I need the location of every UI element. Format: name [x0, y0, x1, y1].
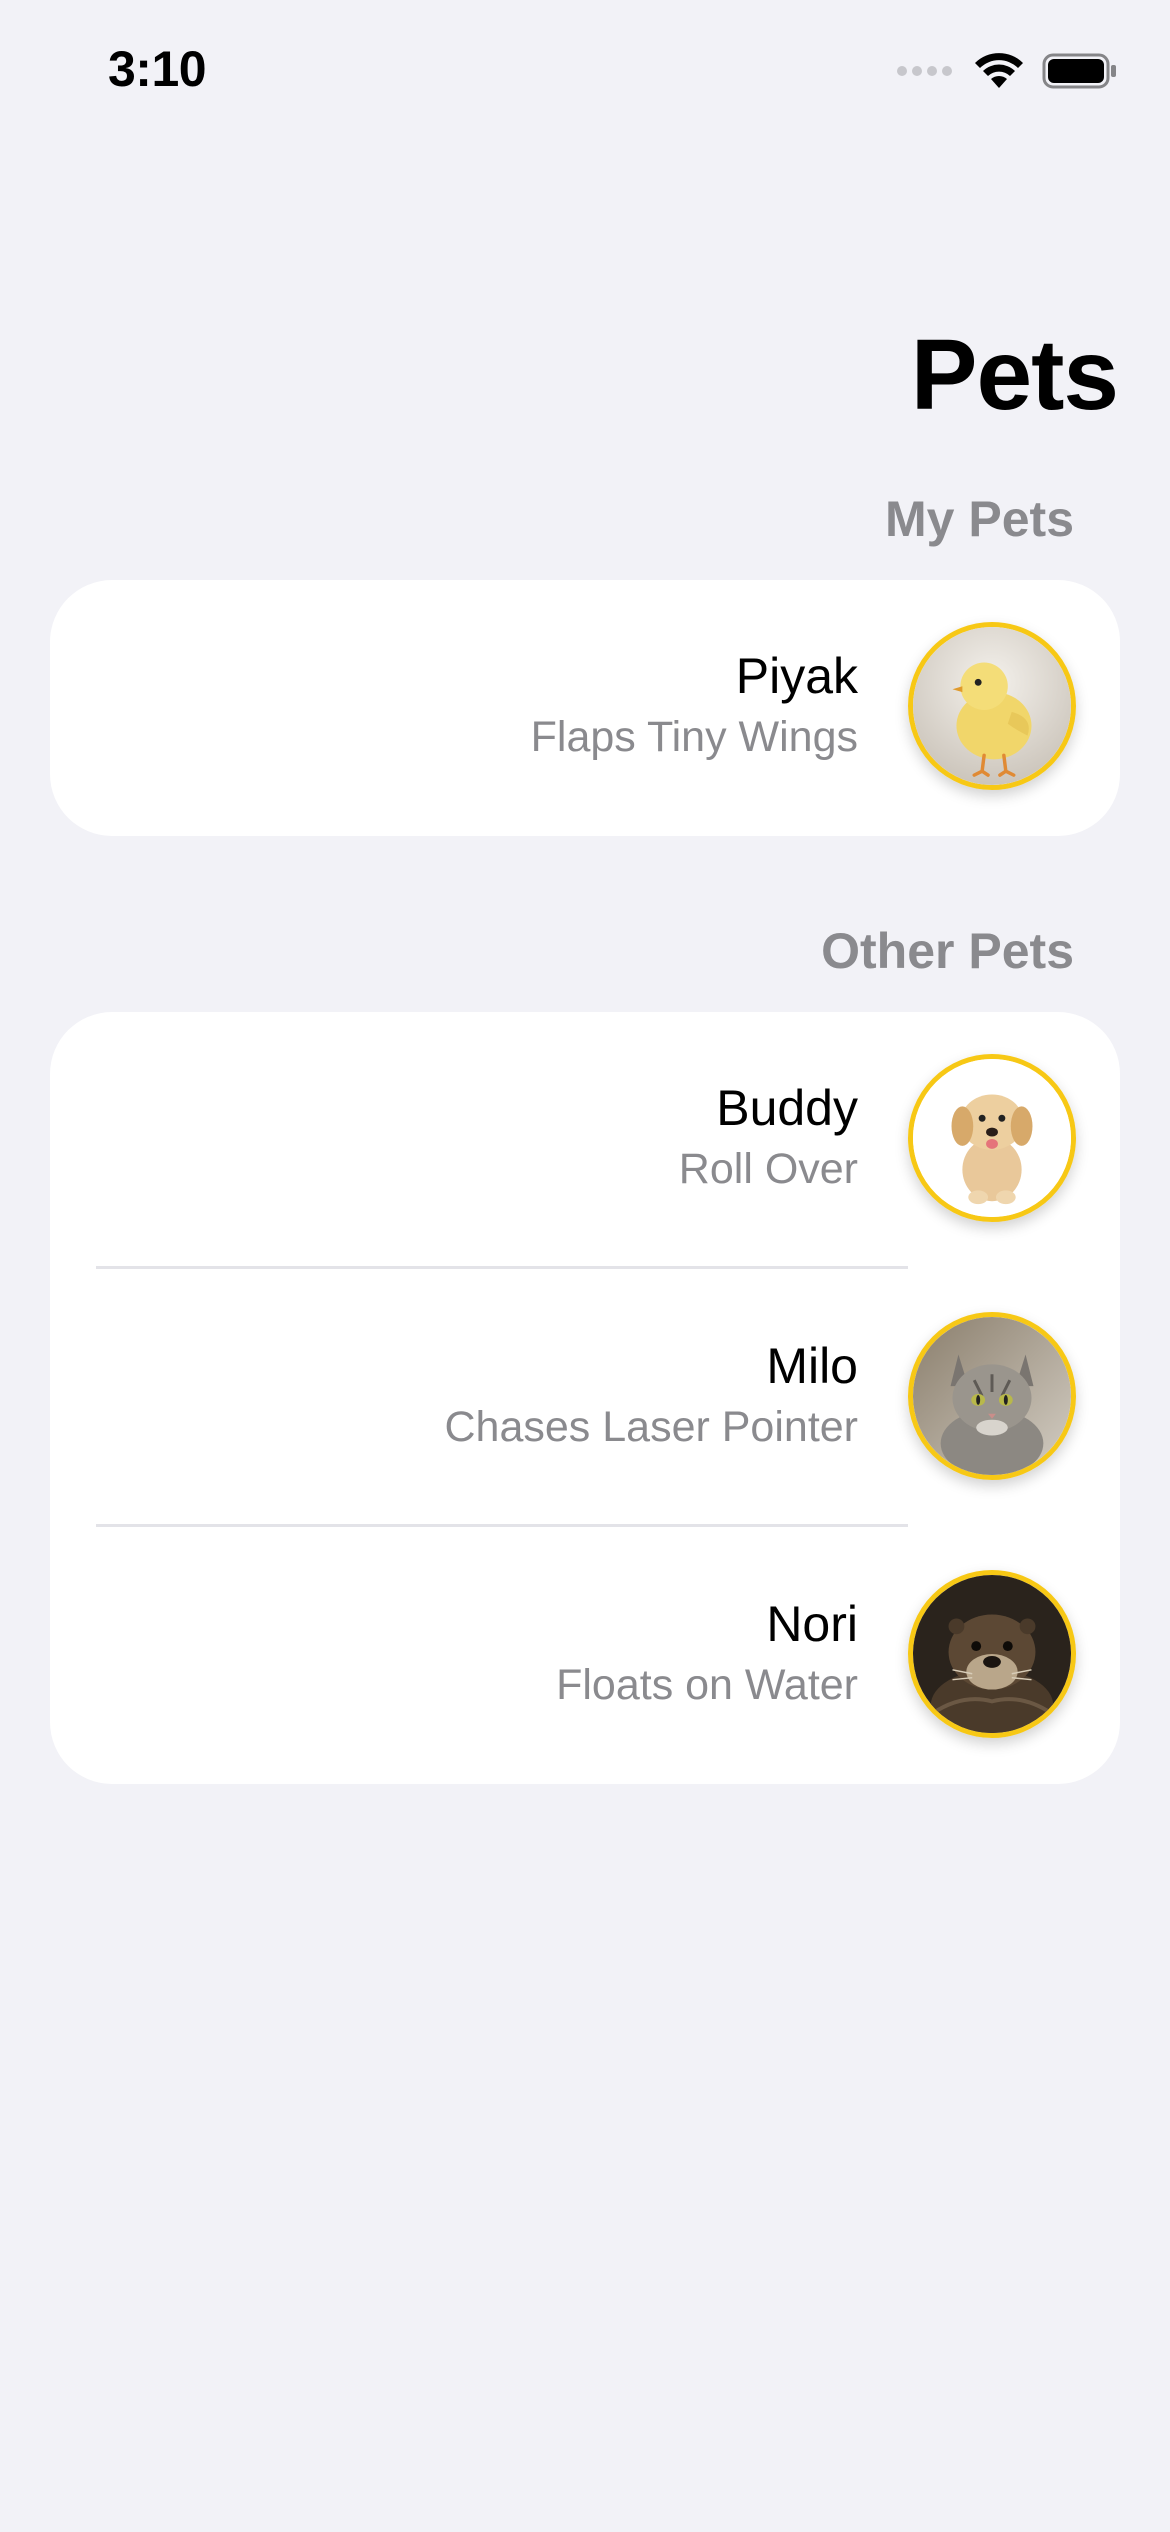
- pet-row-nori[interactable]: Nori Floats on Water: [50, 1528, 1120, 1784]
- cat-photo: [913, 1317, 1071, 1475]
- status-time: 3:10: [108, 41, 207, 97]
- status-icons: [897, 52, 1118, 90]
- pet-trick: Floats on Water: [556, 1661, 858, 1709]
- pet-row-text: Buddy Roll Over: [679, 1078, 858, 1200]
- chick-avatar: [908, 622, 1076, 790]
- pet-name: Piyak: [735, 648, 858, 704]
- otter-photo: [913, 1575, 1071, 1733]
- otter-avatar: [908, 1570, 1076, 1738]
- section-header-my-pets: My Pets: [885, 491, 1074, 547]
- status-bar: 3:10: [0, 0, 1170, 150]
- pet-row-piyak[interactable]: Piyak Flaps Tiny Wings: [50, 580, 1120, 836]
- pet-name: Buddy: [716, 1080, 858, 1136]
- cat-avatar: [908, 1312, 1076, 1480]
- pet-trick: Chases Laser Pointer: [444, 1403, 859, 1451]
- my-pets-card: Piyak Flaps Tiny Wings: [50, 580, 1120, 836]
- pet-trick: Roll Over: [678, 1145, 858, 1193]
- pet-row-milo[interactable]: Milo Chases Laser Pointer: [50, 1270, 1120, 1526]
- page-title: Pets: [910, 319, 1119, 431]
- wifi-icon: [975, 53, 1023, 88]
- pet-name: Nori: [766, 1596, 858, 1652]
- pet-trick: Flaps Tiny Wings: [530, 713, 858, 761]
- row-divider: [96, 1524, 908, 1527]
- row-divider: [96, 1266, 908, 1269]
- battery-icon: [1042, 53, 1116, 89]
- pet-row-text: Piyak Flaps Tiny Wings: [531, 646, 858, 768]
- chick-photo: [913, 627, 1071, 785]
- puppy-photo: [913, 1059, 1071, 1217]
- pet-name: Milo: [766, 1338, 858, 1394]
- cellular-signal-icon: [897, 66, 952, 76]
- other-pets-card: Buddy Roll Over Milo Chases Laser Pointe…: [50, 1012, 1120, 1784]
- pet-row-text: Nori Floats on Water: [556, 1594, 858, 1716]
- section-header-other-pets: Other Pets: [821, 923, 1074, 979]
- pet-row-text: Milo Chases Laser Pointer: [445, 1336, 859, 1458]
- puppy-avatar: [908, 1054, 1076, 1222]
- pet-row-buddy[interactable]: Buddy Roll Over: [50, 1012, 1120, 1268]
